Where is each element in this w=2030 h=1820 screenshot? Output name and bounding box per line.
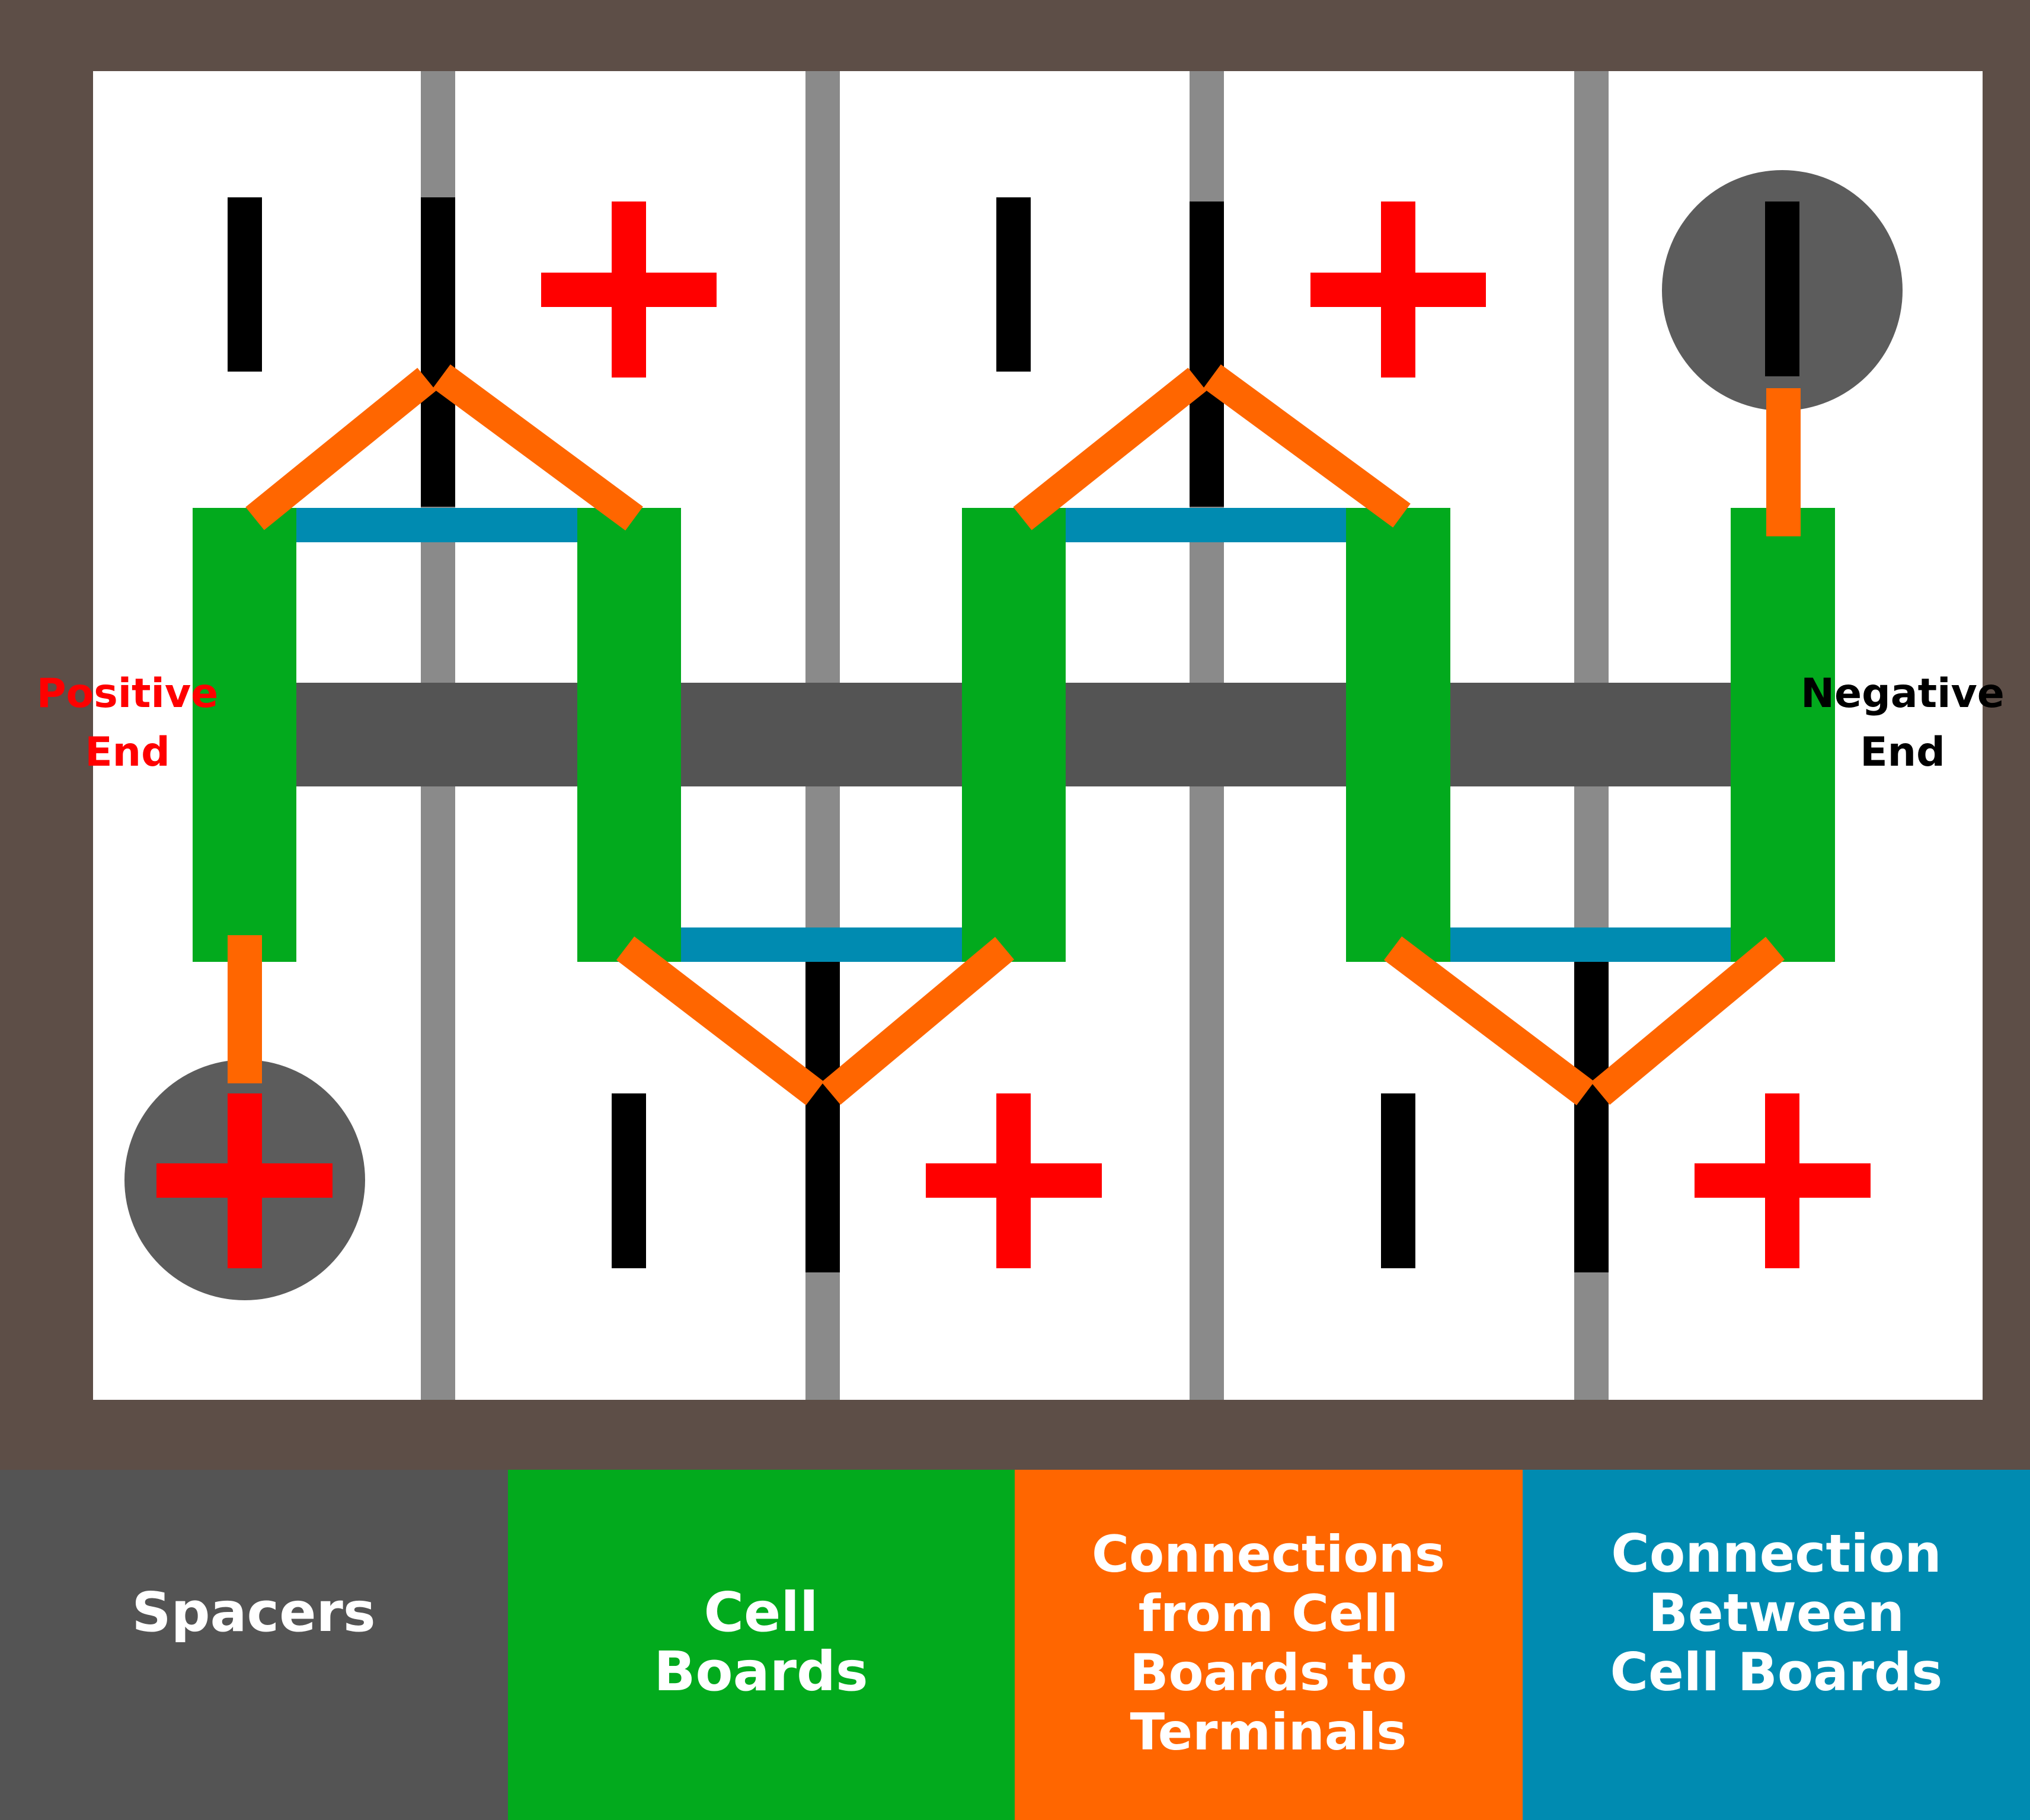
spacer (296, 683, 578, 786)
cell-board (1731, 508, 1835, 962)
terminal-tab (421, 197, 455, 507)
positive-end-label: Positive (37, 670, 219, 717)
board-connection (1450, 927, 1731, 962)
legend-label: Between (1648, 1582, 1904, 1643)
negative-end-label: Negative (1801, 670, 2005, 717)
spacer (681, 683, 962, 786)
terminal-tab (805, 961, 840, 1272)
plus-icon-horizontal (926, 1163, 1102, 1198)
plus-icon-horizontal (156, 1163, 333, 1198)
negative-end-connection (1766, 388, 1801, 536)
cell-board (1346, 508, 1450, 962)
minus-icon (996, 197, 1031, 372)
cell-board (577, 508, 681, 962)
positive-end-label: End (85, 729, 170, 776)
battery-pack-diagram: Positive End Negative End Spacers Cell B… (0, 0, 2030, 1820)
legend-label: Boards to (1130, 1643, 1407, 1703)
legend-label: Boards (654, 1640, 868, 1703)
board-connection (296, 508, 578, 542)
legend-label: Cell Boards (1610, 1642, 1943, 1703)
cell-board (962, 508, 1066, 962)
minus-icon (1765, 201, 1799, 376)
cell-board (193, 508, 296, 962)
legend-label: Spacers (132, 1581, 375, 1644)
terminal-tab (1574, 961, 1609, 1272)
spacer (1065, 683, 1347, 786)
plus-icon-horizontal (541, 273, 717, 307)
plus-icon-horizontal (1695, 1163, 1871, 1198)
legend-label: Connections (1092, 1525, 1445, 1584)
minus-icon (1381, 1093, 1415, 1268)
legend-label: Connection (1611, 1523, 1942, 1584)
legend: Spacers Cell Boards Connections from Cel… (0, 1470, 2030, 1820)
positive-end-connection (228, 935, 262, 1083)
legend-label: Cell (704, 1581, 819, 1644)
minus-icon (612, 1093, 646, 1268)
terminal-tab (1190, 201, 1224, 507)
board-connection (681, 927, 962, 962)
legend-label: Terminals (1130, 1703, 1407, 1762)
board-connection (1065, 508, 1347, 542)
negative-end-label: End (1860, 729, 1945, 776)
spacer (1450, 683, 1731, 786)
minus-icon (228, 197, 262, 372)
plus-icon-horizontal (1310, 273, 1486, 307)
legend-swatch-spacers (0, 1470, 508, 1820)
legend-label: from Cell (1139, 1584, 1399, 1643)
